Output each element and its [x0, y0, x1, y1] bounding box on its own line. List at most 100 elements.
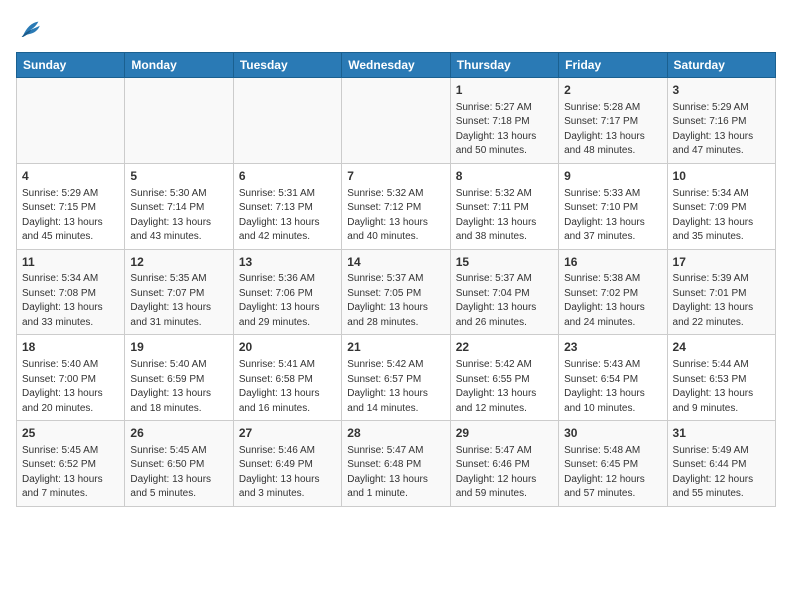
calendar-week-row: 18 Sunrise: 5:40 AMSunset: 7:00 PMDayligh… — [17, 335, 776, 421]
calendar-cell: 31 Sunrise: 5:49 AMSunset: 6:44 PMDayligh… — [667, 421, 775, 507]
day-info: Sunrise: 5:40 AMSunset: 6:59 PMDaylight:… — [130, 358, 227, 416]
day-number: 12 — [130, 254, 227, 271]
calendar-cell: 18 Sunrise: 5:40 AMSunset: 7:00 PMDayligh… — [17, 335, 125, 421]
calendar-cell: 30 Sunrise: 5:48 AMSunset: 6:45 PMDayligh… — [559, 421, 667, 507]
day-number: 2 — [564, 82, 661, 99]
day-info: Sunrise: 5:32 AMSunset: 7:12 PMDaylight:… — [347, 187, 444, 245]
day-number: 20 — [239, 339, 336, 356]
day-number: 1 — [456, 82, 553, 99]
day-number: 31 — [673, 425, 770, 442]
calendar-cell: 25 Sunrise: 5:45 AMSunset: 6:52 PMDayligh… — [17, 421, 125, 507]
calendar-cell: 11Sunrise: 5:34 AMSunset: 7:08 PMDayligh… — [17, 249, 125, 335]
day-info: Sunrise: 5:45 AMSunset: 6:52 PMDaylight:… — [22, 444, 119, 502]
day-info: Sunrise: 5:28 AMSunset: 7:17 PMDaylight:… — [564, 101, 661, 159]
calendar-cell: 5 Sunrise: 5:30 AMSunset: 7:14 PMDaylight… — [125, 163, 233, 249]
logo — [16, 16, 48, 44]
calendar-cell: 23Sunrise: 5:43 AMSunset: 6:54 PMDayligh… — [559, 335, 667, 421]
day-number: 10 — [673, 168, 770, 185]
calendar-cell: 17Sunrise: 5:39 AMSunset: 7:01 PMDayligh… — [667, 249, 775, 335]
day-info: Sunrise: 5:48 AMSunset: 6:45 PMDaylight:… — [564, 444, 661, 502]
day-number: 18 — [22, 339, 119, 356]
day-info: Sunrise: 5:30 AMSunset: 7:14 PMDaylight:… — [130, 187, 227, 245]
calendar-cell: 26Sunrise: 5:45 AMSunset: 6:50 PMDayligh… — [125, 421, 233, 507]
calendar-table: SundayMondayTuesdayWednesdayThursdayFrid… — [16, 52, 776, 507]
day-info: Sunrise: 5:40 AMSunset: 7:00 PMDaylight:… — [22, 358, 119, 416]
calendar-cell: 8Sunrise: 5:32 AMSunset: 7:11 PMDaylight… — [450, 163, 558, 249]
day-number: 5 — [130, 168, 227, 185]
day-number: 23 — [564, 339, 661, 356]
day-number: 22 — [456, 339, 553, 356]
day-number: 17 — [673, 254, 770, 271]
calendar-cell: 29Sunrise: 5:47 AMSunset: 6:46 PMDayligh… — [450, 421, 558, 507]
calendar-week-row: 25 Sunrise: 5:45 AMSunset: 6:52 PMDayligh… — [17, 421, 776, 507]
day-number: 26 — [130, 425, 227, 442]
logo-bird-icon — [16, 16, 44, 44]
day-info: Sunrise: 5:42 AMSunset: 6:55 PMDaylight:… — [456, 358, 553, 416]
calendar-cell: 21 Sunrise: 5:42 AMSunset: 6:57 PMDayligh… — [342, 335, 450, 421]
day-number: 8 — [456, 168, 553, 185]
day-number: 24 — [673, 339, 770, 356]
day-info: Sunrise: 5:36 AMSunset: 7:06 PMDaylight:… — [239, 272, 336, 330]
day-number: 21 — [347, 339, 444, 356]
calendar-cell: 1 Sunrise: 5:27 AMSunset: 7:18 PMDaylight… — [450, 78, 558, 164]
col-header-monday: Monday — [125, 53, 233, 78]
day-number: 14 — [347, 254, 444, 271]
day-info: Sunrise: 5:34 AMSunset: 7:08 PMDaylight:… — [22, 272, 119, 330]
calendar-cell: 19Sunrise: 5:40 AMSunset: 6:59 PMDayligh… — [125, 335, 233, 421]
calendar-week-row: 4Sunrise: 5:29 AMSunset: 7:15 PMDaylight… — [17, 163, 776, 249]
col-header-friday: Friday — [559, 53, 667, 78]
day-info: Sunrise: 5:33 AMSunset: 7:10 PMDaylight:… — [564, 187, 661, 245]
col-header-sunday: Sunday — [17, 53, 125, 78]
day-info: Sunrise: 5:31 AMSunset: 7:13 PMDaylight:… — [239, 187, 336, 245]
calendar-cell: 9 Sunrise: 5:33 AMSunset: 7:10 PMDaylight… — [559, 163, 667, 249]
calendar-cell: 3 Sunrise: 5:29 AMSunset: 7:16 PMDaylight… — [667, 78, 775, 164]
calendar-cell: 20 Sunrise: 5:41 AMSunset: 6:58 PMDayligh… — [233, 335, 341, 421]
calendar-cell: 27 Sunrise: 5:46 AMSunset: 6:49 PMDayligh… — [233, 421, 341, 507]
col-header-wednesday: Wednesday — [342, 53, 450, 78]
day-info: Sunrise: 5:38 AMSunset: 7:02 PMDaylight:… — [564, 272, 661, 330]
calendar-cell: 28Sunrise: 5:47 AMSunset: 6:48 PMDayligh… — [342, 421, 450, 507]
day-number: 15 — [456, 254, 553, 271]
day-number: 29 — [456, 425, 553, 442]
day-info: Sunrise: 5:49 AMSunset: 6:44 PMDaylight:… — [673, 444, 770, 502]
calendar-cell: 6 Sunrise: 5:31 AMSunset: 7:13 PMDaylight… — [233, 163, 341, 249]
day-info: Sunrise: 5:37 AMSunset: 7:05 PMDaylight:… — [347, 272, 444, 330]
calendar-week-row: 11Sunrise: 5:34 AMSunset: 7:08 PMDayligh… — [17, 249, 776, 335]
day-info: Sunrise: 5:39 AMSunset: 7:01 PMDaylight:… — [673, 272, 770, 330]
day-info: Sunrise: 5:42 AMSunset: 6:57 PMDaylight:… — [347, 358, 444, 416]
calendar-cell: 10 Sunrise: 5:34 AMSunset: 7:09 PMDayligh… — [667, 163, 775, 249]
calendar-cell: 14Sunrise: 5:37 AMSunset: 7:05 PMDayligh… — [342, 249, 450, 335]
calendar-cell: 16Sunrise: 5:38 AMSunset: 7:02 PMDayligh… — [559, 249, 667, 335]
day-info: Sunrise: 5:34 AMSunset: 7:09 PMDaylight:… — [673, 187, 770, 245]
calendar-cell — [17, 78, 125, 164]
day-number: 9 — [564, 168, 661, 185]
calendar-cell — [342, 78, 450, 164]
calendar-week-row: 1 Sunrise: 5:27 AMSunset: 7:18 PMDaylight… — [17, 78, 776, 164]
calendar-cell — [233, 78, 341, 164]
day-number: 27 — [239, 425, 336, 442]
day-info: Sunrise: 5:47 AMSunset: 6:48 PMDaylight:… — [347, 444, 444, 502]
col-header-thursday: Thursday — [450, 53, 558, 78]
calendar-cell: 13Sunrise: 5:36 AMSunset: 7:06 PMDayligh… — [233, 249, 341, 335]
day-info: Sunrise: 5:37 AMSunset: 7:04 PMDaylight:… — [456, 272, 553, 330]
day-number: 30 — [564, 425, 661, 442]
calendar-cell: 15Sunrise: 5:37 AMSunset: 7:04 PMDayligh… — [450, 249, 558, 335]
day-info: Sunrise: 5:46 AMSunset: 6:49 PMDaylight:… — [239, 444, 336, 502]
calendar-cell — [125, 78, 233, 164]
calendar-cell: 24Sunrise: 5:44 AMSunset: 6:53 PMDayligh… — [667, 335, 775, 421]
day-info: Sunrise: 5:41 AMSunset: 6:58 PMDaylight:… — [239, 358, 336, 416]
calendar-cell: 7Sunrise: 5:32 AMSunset: 7:12 PMDaylight… — [342, 163, 450, 249]
calendar-cell: 12Sunrise: 5:35 AMSunset: 7:07 PMDayligh… — [125, 249, 233, 335]
header — [16, 16, 776, 44]
day-info: Sunrise: 5:29 AMSunset: 7:15 PMDaylight:… — [22, 187, 119, 245]
day-number: 13 — [239, 254, 336, 271]
day-number: 16 — [564, 254, 661, 271]
day-number: 6 — [239, 168, 336, 185]
day-info: Sunrise: 5:27 AMSunset: 7:18 PMDaylight:… — [456, 101, 553, 159]
col-header-tuesday: Tuesday — [233, 53, 341, 78]
calendar-cell: 2 Sunrise: 5:28 AMSunset: 7:17 PMDaylight… — [559, 78, 667, 164]
day-info: Sunrise: 5:29 AMSunset: 7:16 PMDaylight:… — [673, 101, 770, 159]
day-number: 3 — [673, 82, 770, 99]
day-number: 25 — [22, 425, 119, 442]
col-header-saturday: Saturday — [667, 53, 775, 78]
